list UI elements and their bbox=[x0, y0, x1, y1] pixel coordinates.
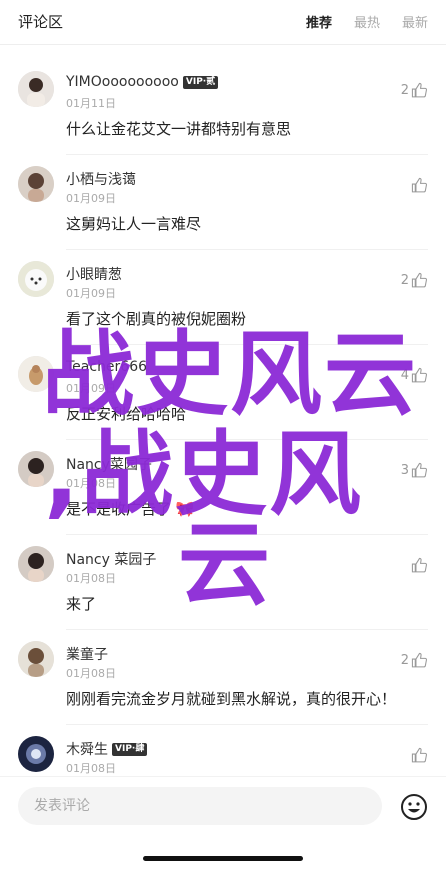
comment-item: Nancy菜园子 01月08日 是不是收广告了 🎀 3 bbox=[0, 440, 446, 535]
username-text: 木舜生 bbox=[66, 742, 108, 758]
username-text: Nancy 菜园子 bbox=[66, 552, 157, 568]
like-button[interactable] bbox=[411, 177, 428, 194]
comment-item: YIMOooooooooo VIP·贰 01月11日 什么让金花艾文一讲都特别有… bbox=[0, 60, 446, 155]
vip-badge: VIP·贰 bbox=[182, 75, 219, 89]
username-text: 小栖与浅蔼 bbox=[66, 172, 136, 188]
like-button[interactable]: 2 bbox=[401, 82, 428, 99]
emoji-icon[interactable] bbox=[400, 793, 428, 821]
username[interactable]: 小眼睛葱 bbox=[66, 264, 122, 284]
username[interactable]: 木舜生 VIP·肆 bbox=[66, 739, 148, 759]
sort-tabs: 推荐 最热 最新 bbox=[306, 12, 428, 31]
username-text: Nancy菜园子 bbox=[66, 457, 152, 473]
vip-badge: VIP·肆 bbox=[112, 742, 148, 756]
like-count: 4 bbox=[400, 368, 409, 383]
home-indicator bbox=[143, 856, 303, 861]
like-button[interactable]: 3 bbox=[401, 462, 428, 479]
comment-list: YIMOooooooooo VIP·贰 01月11日 什么让金花艾文一讲都特别有… bbox=[0, 60, 446, 820]
like-button[interactable]: 4 bbox=[401, 367, 428, 384]
comment-input[interactable]: 发表评论 bbox=[18, 787, 382, 825]
thumbs-up-icon bbox=[411, 557, 427, 573]
like-button[interactable] bbox=[411, 747, 428, 764]
comment-date: 01月08日 bbox=[66, 477, 116, 490]
username[interactable]: 小栖与浅蔼 bbox=[66, 169, 136, 189]
like-button[interactable]: 2 bbox=[401, 652, 428, 669]
comment-text: 这舅妈让人一言难尽 bbox=[66, 215, 202, 233]
avatar[interactable] bbox=[18, 261, 54, 297]
comment-footer: 发表评论 bbox=[0, 776, 446, 869]
avatar[interactable] bbox=[18, 71, 54, 107]
username-text: YIMOooooooooo bbox=[66, 74, 179, 90]
username-text: Teacher666 bbox=[66, 359, 148, 375]
username-text: 小眼睛葱 bbox=[66, 267, 122, 283]
like-count: 2 bbox=[400, 653, 409, 668]
thumbs-up-icon bbox=[411, 367, 427, 383]
comment-text: 看了这个剧真的被倪妮圈粉 bbox=[66, 310, 247, 328]
thumbs-up-icon bbox=[411, 462, 427, 478]
tab-hottest[interactable]: 最热 bbox=[354, 12, 380, 31]
username[interactable]: Nancy 菜园子 bbox=[66, 549, 156, 569]
comment-item: 業童子 01月08日 刚刚看完流金岁月就碰到黑水解说，真的很开心！ 2 bbox=[0, 630, 446, 725]
like-count: 2 bbox=[400, 83, 409, 98]
avatar[interactable] bbox=[18, 451, 54, 487]
avatar[interactable] bbox=[18, 546, 54, 582]
avatar[interactable] bbox=[18, 736, 54, 772]
like-button[interactable]: 2 bbox=[401, 272, 428, 289]
comment-item: 小眼睛葱 01月09日 看了这个剧真的被倪妮圈粉 2 bbox=[0, 250, 446, 345]
comment-text: 来了 bbox=[66, 595, 97, 613]
like-count: 2 bbox=[400, 273, 409, 288]
comment-date: 01月09日 bbox=[66, 192, 116, 205]
comment-date: 01月08日 bbox=[66, 572, 116, 585]
avatar[interactable] bbox=[18, 166, 54, 202]
thumbs-up-icon bbox=[411, 82, 427, 98]
username[interactable]: Teacher666 bbox=[66, 359, 147, 375]
comment-date: 01月09日 bbox=[66, 287, 116, 300]
comment-date: 01月09日 bbox=[66, 382, 116, 395]
comment-date: 01月11日 bbox=[66, 97, 116, 110]
comment-item: 小栖与浅蔼 01月09日 这舅妈让人一言难尽 bbox=[0, 155, 446, 250]
gift-emoji-icon: 🎀 bbox=[175, 500, 195, 518]
comment-date: 01月08日 bbox=[66, 762, 116, 775]
comment-text-content: 是不是收广告了 bbox=[66, 500, 172, 518]
like-count: 3 bbox=[400, 463, 409, 478]
thumbs-up-icon bbox=[411, 177, 427, 193]
tab-newest[interactable]: 最新 bbox=[402, 12, 428, 31]
username[interactable]: Nancy菜园子 bbox=[66, 454, 152, 474]
avatar[interactable] bbox=[18, 356, 54, 392]
thumbs-up-icon bbox=[411, 747, 427, 763]
username[interactable]: 業童子 bbox=[66, 644, 108, 664]
like-button[interactable] bbox=[411, 557, 428, 574]
comment-date: 01月08日 bbox=[66, 667, 116, 680]
comment-text: 反正安利给哈哈哈 bbox=[66, 405, 187, 423]
comment-item: Nancy 菜园子 01月08日 来了 bbox=[0, 535, 446, 630]
comment-text: 什么让金花艾文一讲都特别有意思 bbox=[66, 120, 292, 138]
tab-recommended[interactable]: 推荐 bbox=[306, 12, 332, 31]
username[interactable]: YIMOooooooooo VIP·贰 bbox=[66, 74, 219, 90]
comment-text: 刚刚看完流金岁月就碰到黑水解说，真的很开心！ bbox=[66, 690, 397, 708]
avatar[interactable] bbox=[18, 641, 54, 677]
comment-text: 是不是收广告了 🎀 bbox=[66, 498, 194, 519]
username-text: 業童子 bbox=[66, 647, 108, 663]
thumbs-up-icon bbox=[411, 652, 427, 668]
comment-item: Teacher666 01月09日 反正安利给哈哈哈 4 bbox=[0, 345, 446, 440]
thumbs-up-icon bbox=[411, 272, 427, 288]
page-title: 评论区 bbox=[18, 13, 64, 31]
header: 评论区 推荐 最热 最新 bbox=[0, 0, 446, 45]
